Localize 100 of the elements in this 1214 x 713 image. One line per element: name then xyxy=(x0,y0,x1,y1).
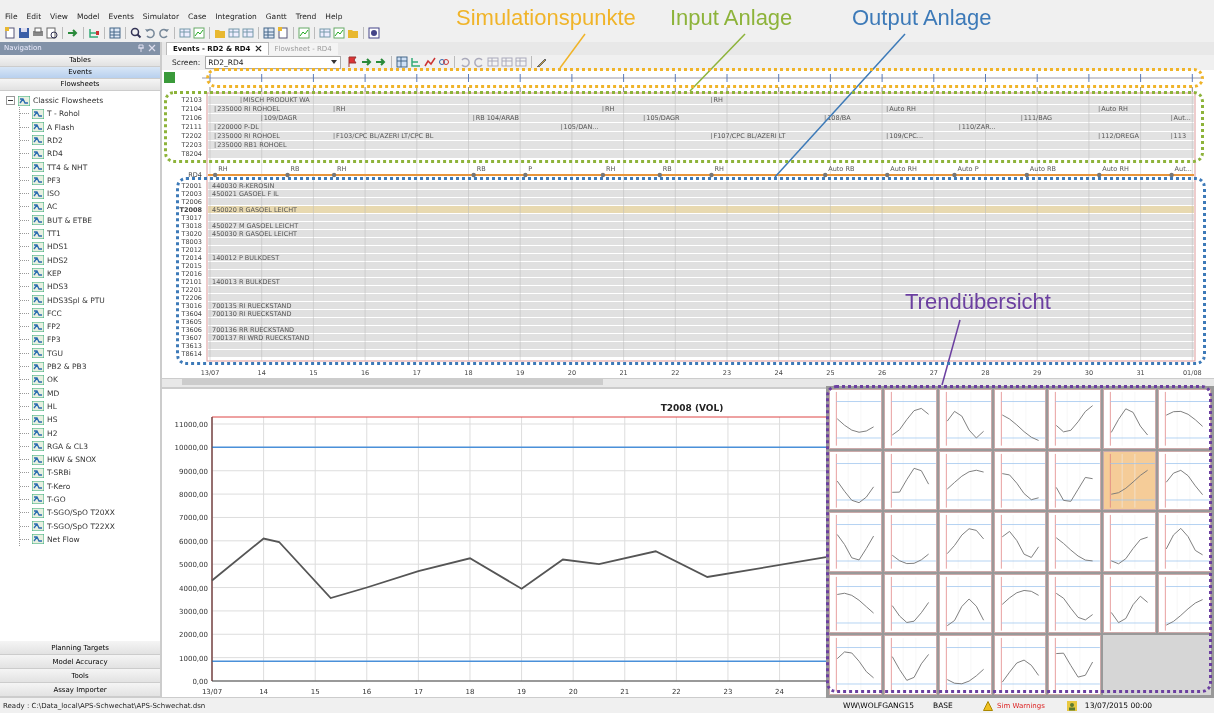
trend-thumbnail[interactable] xyxy=(993,450,1047,511)
user-icon xyxy=(1066,700,1077,711)
chart-icon[interactable] xyxy=(333,26,345,39)
document-icon[interactable] xyxy=(4,26,16,39)
flowsheet-icon xyxy=(32,281,44,292)
trend-thumbnail[interactable] xyxy=(829,635,882,695)
trend-thumbnail[interactable] xyxy=(829,512,882,572)
search-icon[interactable] xyxy=(130,26,142,39)
trend-thumbnail[interactable] xyxy=(938,450,992,511)
event-marker[interactable] xyxy=(823,172,828,178)
trend-thumbnail[interactable] xyxy=(993,573,1047,634)
trend-thumbnail[interactable] xyxy=(1048,450,1102,511)
event-marker[interactable] xyxy=(471,172,476,178)
trend-thumbnail[interactable] xyxy=(1103,388,1157,449)
trend-thumbnail[interactable] xyxy=(1158,573,1211,634)
table-icon[interactable] xyxy=(501,56,514,69)
trend-thumbnail[interactable] xyxy=(1103,450,1157,511)
flowsheet-icon xyxy=(32,201,44,212)
event-marker[interactable] xyxy=(1097,172,1102,178)
trend-thumbnail[interactable] xyxy=(829,573,882,634)
horizontal-scrollbar[interactable] xyxy=(162,377,1214,387)
event-marker[interactable] xyxy=(600,172,606,178)
trend-thumbnail[interactable] xyxy=(1103,573,1157,634)
trend-thumbnail[interactable] xyxy=(938,512,992,572)
trend-thumbnail[interactable] xyxy=(1158,512,1211,572)
save-icon[interactable] xyxy=(18,26,30,39)
trend-thumbnail[interactable] xyxy=(1103,512,1157,572)
event-marker[interactable] xyxy=(885,172,890,178)
chart-title: T2008 (VOL) xyxy=(660,402,724,413)
trend-thumbnail[interactable] xyxy=(1048,573,1102,634)
trend-thumbnail[interactable] xyxy=(993,388,1047,449)
collapse-icon[interactable] xyxy=(6,96,15,106)
grid-icon[interactable] xyxy=(396,56,409,69)
flowsheet-icon xyxy=(32,108,44,119)
flowsheet-icon xyxy=(32,215,44,226)
trend-thumbnail[interactable] xyxy=(938,573,992,634)
flag-icon[interactable] xyxy=(347,56,360,69)
trend-thumbnail[interactable] xyxy=(938,635,992,695)
pen-icon[interactable] xyxy=(536,56,549,69)
table-icon[interactable] xyxy=(242,26,254,39)
table-icon[interactable] xyxy=(319,26,331,39)
flowsheet-icon xyxy=(32,401,44,412)
event-marker[interactable] xyxy=(657,172,662,178)
leader-line xyxy=(689,33,746,92)
flowsheet-icon xyxy=(32,135,44,146)
grid-icon[interactable] xyxy=(263,26,275,39)
trend-thumbnail[interactable] xyxy=(1048,388,1102,449)
trend-thumbnail[interactable] xyxy=(829,388,882,449)
close-icon[interactable] xyxy=(254,45,262,53)
trend-thumbnail[interactable] xyxy=(883,388,937,449)
trend-thumbnail[interactable] xyxy=(1048,512,1102,572)
flowsheet-icon xyxy=(32,374,44,385)
event-marker[interactable] xyxy=(952,172,957,178)
trend-thumbnail[interactable] xyxy=(1158,388,1211,449)
trend-thumbnail[interactable] xyxy=(883,573,937,634)
arrow-icon[interactable] xyxy=(67,26,79,39)
redo-icon[interactable] xyxy=(473,56,486,69)
trend-thumbnail[interactable] xyxy=(993,512,1047,572)
event-marker[interactable] xyxy=(709,172,714,178)
pin-icon[interactable] xyxy=(137,44,145,53)
leader-line xyxy=(559,33,586,69)
event-marker[interactable] xyxy=(331,172,337,178)
table-icon[interactable] xyxy=(228,26,240,39)
chart-icon[interactable] xyxy=(193,26,205,39)
trend-thumbnail[interactable] xyxy=(993,635,1047,695)
trend-thumbnail[interactable] xyxy=(883,450,937,511)
document-icon[interactable] xyxy=(277,26,289,39)
undo-icon[interactable] xyxy=(459,56,472,69)
grid-icon[interactable] xyxy=(109,26,121,39)
annotation-label: Input Anlage xyxy=(670,6,793,31)
redo-icon[interactable] xyxy=(158,26,170,39)
gantt-view-icon[interactable] xyxy=(164,71,175,83)
flowsheet-icon xyxy=(32,388,44,399)
event-marker[interactable] xyxy=(212,172,218,178)
flowsheet-icon xyxy=(32,454,44,465)
event-marker[interactable] xyxy=(285,172,290,178)
table-icon[interactable] xyxy=(179,26,191,39)
chart-icon[interactable] xyxy=(298,26,310,39)
trend-thumbnail[interactable] xyxy=(883,635,937,695)
gantt-row[interactable] xyxy=(208,113,1194,122)
table-icon[interactable] xyxy=(515,56,528,69)
trend-thumbnail[interactable] xyxy=(883,512,937,572)
trend-thumbnail[interactable] xyxy=(938,388,992,449)
warning-icon[interactable] xyxy=(983,700,993,711)
trend-thumbnail[interactable] xyxy=(829,450,882,511)
print-icon[interactable] xyxy=(32,26,44,39)
trend-thumbnail[interactable] xyxy=(1158,450,1211,511)
help-icon[interactable] xyxy=(368,26,380,39)
gantt-row[interactable] xyxy=(208,131,1194,140)
event-marker[interactable] xyxy=(1024,172,1030,178)
flowsheet-icon xyxy=(32,268,44,279)
flowsheet-icon xyxy=(32,467,44,478)
preview-icon[interactable] xyxy=(46,26,58,39)
event-marker[interactable] xyxy=(523,172,528,178)
flowsheet-icon xyxy=(32,414,44,425)
event-marker[interactable] xyxy=(1169,172,1174,178)
chart-icon[interactable] xyxy=(424,56,437,69)
trend-thumbnail[interactable] xyxy=(1048,635,1102,695)
table-icon[interactable] xyxy=(487,56,500,69)
flowsheet-icon xyxy=(32,507,44,518)
